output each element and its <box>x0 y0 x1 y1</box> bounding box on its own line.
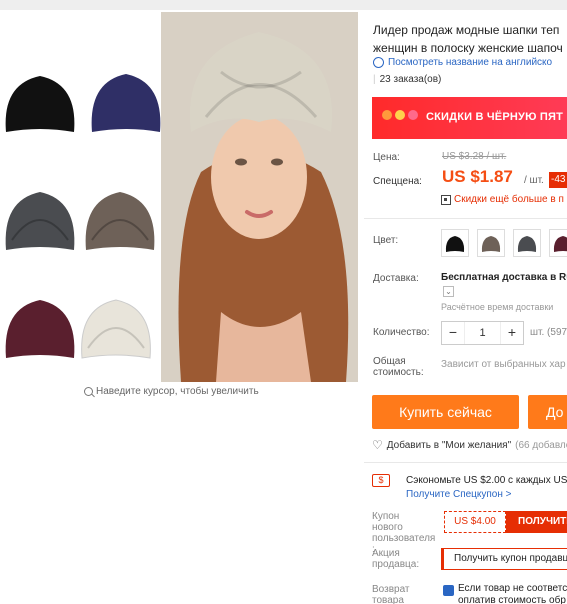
add-to-wishlist-link[interactable]: ♡ Добавить в "Мои желания" (66 добавле <box>372 438 567 452</box>
banner-dot <box>408 110 418 120</box>
sale-price: US $1.87 <box>442 167 513 186</box>
quantity-available: шт. (597 <box>530 327 567 338</box>
top-strip <box>0 0 567 10</box>
swatch-hat <box>445 236 465 252</box>
coupon-icon: $ <box>372 474 390 487</box>
thumbnail-black-hat[interactable] <box>0 62 80 140</box>
hat-shape <box>91 74 161 132</box>
promo-label-line-1: Акция <box>372 548 400 559</box>
total-note: Зависит от выбранных хар <box>441 359 566 370</box>
color-label: Цвет: <box>373 235 399 246</box>
translate-icon <box>373 57 384 68</box>
add-to-cart-button[interactable]: До <box>528 395 567 429</box>
swatch-hat <box>481 236 501 252</box>
title-line-1: Лидер продаж модные шапки теп <box>373 23 560 37</box>
color-swatch-taupe[interactable] <box>477 229 505 257</box>
thumbnail-burgundy-hat[interactable] <box>0 288 80 366</box>
banner-dot <box>382 110 392 120</box>
price-label: Цена: <box>373 152 400 163</box>
promo-label-line-2: продавца: <box>372 559 420 570</box>
thumbnail-cream-hat[interactable] <box>76 288 156 366</box>
translate-link-text: Посмотреть название на английско <box>388 57 553 68</box>
new-user-label-line-2: пользователя <box>372 533 436 544</box>
thumbnail-taupe-hat[interactable] <box>80 180 160 258</box>
new-user-label-line-1: Купон нового <box>372 511 403 533</box>
color-swatch-grey[interactable] <box>513 229 541 257</box>
color-swatch-black[interactable] <box>441 229 469 257</box>
total-label-line-1: Общая <box>373 356 406 367</box>
new-user-coupon-amount: US $4.00 <box>444 511 506 533</box>
swatch-hat <box>517 236 537 252</box>
sale-price-label: Спеццена: <box>373 176 422 187</box>
buy-now-button[interactable]: Купить сейчас <box>372 395 519 429</box>
banner-dots <box>382 110 418 120</box>
total-label: Общая стоимость: <box>373 356 424 378</box>
seller-promo-label: Акция продавца: <box>372 548 432 570</box>
qr-code-icon <box>441 194 451 205</box>
old-price: US $3.28 / шт. <box>442 151 507 162</box>
translate-title-link[interactable]: Посмотреть название на английско <box>373 57 552 68</box>
thumbnail-grey-hat[interactable] <box>0 180 80 258</box>
return-text-line-1: Если товар не соответст <box>458 583 567 594</box>
orders-text: 23 заказа(ов) <box>379 74 442 85</box>
color-swatch-burgundy[interactable] <box>549 229 567 257</box>
banner-dot <box>395 110 405 120</box>
app-discount-link[interactable]: Скидки ещё больше в п <box>441 194 564 205</box>
quantity-stepper: − 1 + <box>441 321 524 345</box>
hat-shape <box>5 300 75 358</box>
return-text-line-2: оплатив стоимость обр <box>458 595 566 604</box>
black-friday-banner[interactable]: СКИДКИ В ЧЁРНУЮ ПЯТ <box>372 97 567 139</box>
return-policy-text: Если товар не соответст оплатив стоимост… <box>458 583 567 604</box>
zoom-hint-text: Наведите курсор, чтобы увеличить <box>96 386 259 397</box>
quantity-plus-button[interactable]: + <box>501 322 523 344</box>
heart-icon: ♡ <box>372 438 383 452</box>
get-new-user-coupon-button[interactable]: ПОЛУЧИТЕ <box>506 511 567 533</box>
zoom-hint: Наведите курсор, чтобы увеличить <box>84 386 259 397</box>
quantity-minus-button[interactable]: − <box>442 322 464 344</box>
wishlist-count: (66 добавле <box>515 439 567 451</box>
return-label-line-1: Возврат <box>372 584 410 595</box>
divider <box>364 462 567 463</box>
thumbnail-navy-hat[interactable] <box>86 62 166 140</box>
get-special-coupon-link[interactable]: Получите Спецкупон > <box>406 489 512 500</box>
banner-text: СКИДКИ В ЧЁРНУЮ ПЯТ <box>426 111 564 123</box>
return-label-line-2: товара <box>372 595 404 604</box>
main-product-photo[interactable] <box>161 12 358 382</box>
quantity-input[interactable]: 1 <box>464 322 501 344</box>
quantity-label: Количество: <box>373 327 430 338</box>
shipping-estimate: Расчётное время доставки <box>441 302 554 312</box>
return-label: Возврат товара <box>372 584 432 604</box>
orders-count: | 23 заказа(ов) <box>373 74 442 85</box>
price-unit: / шт. <box>524 175 544 186</box>
divider <box>364 218 567 219</box>
return-policy-icon <box>443 585 454 596</box>
magnifier-icon <box>84 387 93 396</box>
shipping-method: Бесплатная доставка в Ru <box>441 272 567 283</box>
get-seller-coupon-button[interactable]: Получить купон продавц <box>441 548 567 570</box>
discount-badge: -43 <box>549 172 567 188</box>
shipping-label: Доставка: <box>373 273 419 284</box>
app-discount-text: Скидки ещё больше в п <box>454 194 564 205</box>
swatch-hat <box>553 236 567 252</box>
product-title: Лидер продаж модные шапки теп женщин в п… <box>373 21 567 57</box>
total-label-line-2: стоимость: <box>373 367 424 378</box>
wishlist-text: Добавить в "Мои желания" <box>386 439 512 451</box>
hat-shape <box>5 76 75 132</box>
chevron-down-icon[interactable]: ⌄ <box>443 286 454 297</box>
coupon-save-text: Сэкономьте US $2.00 с каждых US $ <box>406 475 567 486</box>
title-line-2: женщин в полоску женские шапоч <box>373 41 563 55</box>
